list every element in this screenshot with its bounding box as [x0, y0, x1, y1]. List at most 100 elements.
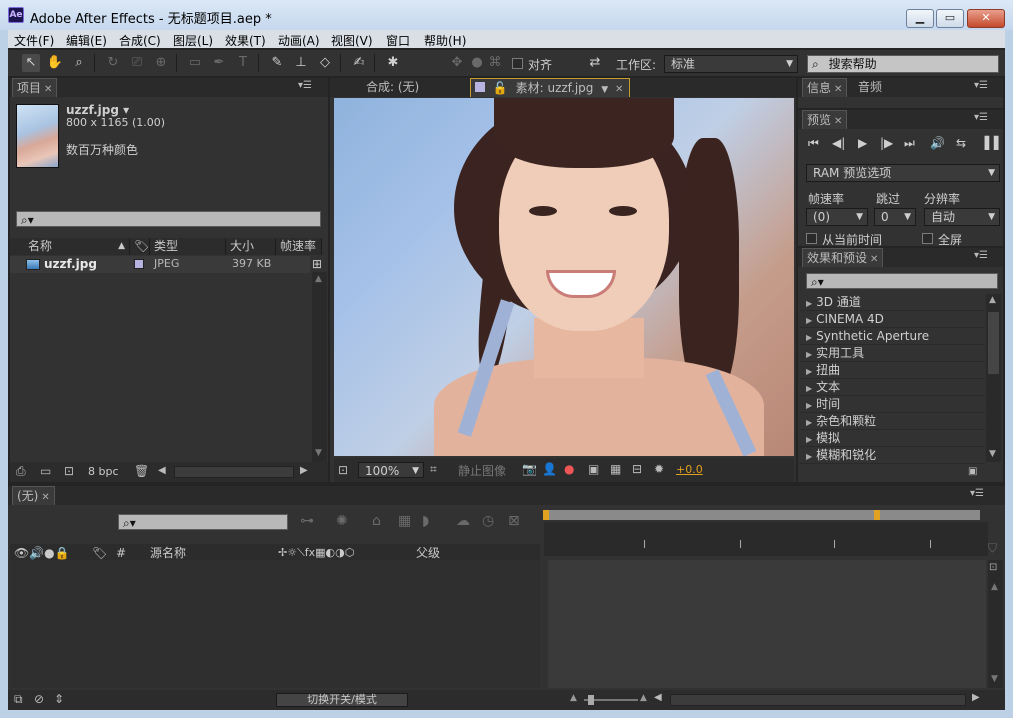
- work-area-end-handle[interactable]: [874, 510, 880, 520]
- zoom-in-icon[interactable]: ▲: [640, 693, 647, 703]
- transfer-controls-icon[interactable]: ⊘: [34, 692, 44, 706]
- menu-animation[interactable]: 动画(A): [278, 32, 320, 49]
- scroll-left-icon[interactable]: ◀: [654, 692, 662, 703]
- from-current-time-checkbox[interactable]: [806, 233, 817, 244]
- snap-checkbox[interactable]: [512, 58, 523, 69]
- menu-file[interactable]: 文件(F): [14, 32, 54, 49]
- scroll-down-icon[interactable]: ▼: [989, 449, 996, 459]
- list-item[interactable]: ▶ 杂色和颗粒: [800, 413, 985, 430]
- new-folder-icon[interactable]: ▭: [40, 464, 51, 478]
- timeline-search-input[interactable]: ⌕▾: [118, 514, 288, 530]
- timeline-scrollbar[interactable]: ⊡ ▲ ▼: [988, 560, 1003, 688]
- exposure-value[interactable]: +0.0: [676, 463, 703, 476]
- label-column-icon[interactable]: 🏷: [130, 238, 150, 255]
- label-color-swatch[interactable]: [134, 259, 144, 269]
- graph-editor-icon[interactable]: ⊠: [508, 513, 520, 529]
- close-tab-icon[interactable]: ✕: [44, 84, 52, 95]
- ram-preview-options-dropdown[interactable]: RAM 预览选项 ▼: [806, 164, 1000, 182]
- tab-effects-presets[interactable]: 效果和预设 ✕: [802, 248, 884, 267]
- exposure-icon[interactable]: ✹: [654, 462, 664, 476]
- menu-edit[interactable]: 编辑(E): [66, 32, 107, 49]
- menu-help[interactable]: 帮助(H): [424, 32, 466, 49]
- loop-icon[interactable]: ⇆: [956, 136, 966, 150]
- menu-window[interactable]: 窗口: [386, 32, 410, 49]
- column-size[interactable]: 大小: [226, 238, 276, 255]
- previous-frame-icon[interactable]: ◀|: [832, 136, 845, 150]
- column-frame-rate[interactable]: 帧速率: [276, 238, 322, 255]
- chevron-down-icon[interactable]: ▼: [601, 85, 608, 95]
- mask-tool-icon[interactable]: ▭: [186, 54, 204, 72]
- in-out-icon[interactable]: ⇕: [54, 692, 64, 706]
- search-help-input[interactable]: ⌕ 搜索帮助: [807, 55, 999, 73]
- frame-rate-dropdown[interactable]: (0) ▼: [806, 208, 868, 226]
- list-item[interactable]: ▶ 模拟: [800, 430, 985, 447]
- axis-local-icon[interactable]: ✥: [448, 54, 466, 72]
- zoom-slider-thumb[interactable]: [588, 695, 594, 705]
- zoom-dropdown[interactable]: 100% ▼: [358, 462, 424, 478]
- new-preset-icon[interactable]: ▣: [968, 466, 977, 477]
- footage-name[interactable]: uzzf.jpg ▾: [66, 103, 129, 117]
- brainstorm-icon[interactable]: ☁: [456, 513, 470, 529]
- table-row[interactable]: uzzf.jpg JPEG 397 KB: [10, 256, 310, 273]
- menu-composition[interactable]: 合成(C): [119, 32, 161, 49]
- tab-audio[interactable]: 音频: [854, 78, 886, 97]
- title-action-safe-icon[interactable]: ▣: [588, 462, 599, 476]
- column-name[interactable]: 名称 ▲: [10, 238, 130, 255]
- comp-button-icon[interactable]: ⛉: [988, 541, 997, 556]
- zoom-tool-icon[interactable]: ⌕: [70, 54, 88, 72]
- draft-3d-icon[interactable]: ✺: [336, 513, 348, 529]
- toggle-switches-modes-button[interactable]: 切换开关/模式: [276, 693, 408, 707]
- brush-tool-icon[interactable]: ✎: [268, 54, 286, 72]
- pen-tool-icon[interactable]: ✒: [210, 54, 228, 72]
- type-tool-icon[interactable]: T: [234, 54, 252, 72]
- effects-scrollbar[interactable]: ▲ ▼: [986, 294, 1001, 462]
- selection-tool-icon[interactable]: ↖: [22, 54, 40, 72]
- panel-menu-icon[interactable]: ▾☰: [974, 80, 988, 91]
- panel-menu-icon[interactable]: ▾☰: [974, 112, 988, 123]
- first-frame-icon[interactable]: ⏮: [808, 136, 819, 151]
- panel-menu-icon[interactable]: ▾☰: [974, 250, 988, 261]
- tab-footage[interactable]: 🔓 素材: uzzf.jpg ▼ ✕: [470, 78, 630, 97]
- eraser-tool-icon[interactable]: ◇: [316, 54, 334, 72]
- panel-menu-icon[interactable]: ▾☰: [298, 80, 312, 91]
- close-tab-icon[interactable]: ✕: [870, 254, 878, 265]
- close-tab-icon[interactable]: ✕: [41, 492, 49, 503]
- new-composition-icon[interactable]: ⊡: [64, 464, 74, 478]
- pan-behind-tool-icon[interactable]: ⊕: [152, 54, 170, 72]
- timeline-horizontal-scrollbar[interactable]: [670, 694, 966, 706]
- hide-shy-layers-icon[interactable]: ⌂: [372, 513, 381, 529]
- minimize-button[interactable]: ▁: [906, 9, 934, 28]
- work-area-bar[interactable]: [543, 510, 980, 520]
- scroll-right-icon[interactable]: ▶: [972, 692, 980, 703]
- scroll-left-icon[interactable]: ◀: [158, 465, 166, 476]
- bit-depth-button[interactable]: 8 bpc: [88, 465, 119, 478]
- close-window-button[interactable]: ✕: [967, 9, 1005, 28]
- roto-brush-tool-icon[interactable]: ✍: [350, 54, 368, 72]
- axis-world-icon[interactable]: ●: [468, 54, 486, 72]
- always-preview-icon[interactable]: ⊡: [338, 463, 348, 477]
- close-tab-icon[interactable]: ✕: [615, 84, 623, 95]
- tab-timeline[interactable]: (无) ✕: [12, 486, 55, 505]
- workspace-dropdown[interactable]: 标准 ▼: [664, 55, 798, 73]
- next-frame-icon[interactable]: |▶: [880, 136, 893, 150]
- project-scrollbar[interactable]: ▲ ▼: [312, 272, 327, 462]
- interpret-footage-icon[interactable]: ⎙: [16, 464, 26, 479]
- time-ruler[interactable]: [544, 522, 988, 556]
- skip-dropdown[interactable]: 0 ▼: [874, 208, 916, 226]
- delete-icon[interactable]: 🗑: [134, 464, 149, 478]
- close-tab-icon[interactable]: ✕: [834, 116, 842, 127]
- camera-tool-icon[interactable]: ⎚: [128, 54, 146, 72]
- comp-marker-bin-icon[interactable]: ⊡: [989, 562, 997, 573]
- menu-view[interactable]: 视图(V): [331, 32, 373, 49]
- column-parent[interactable]: 父级: [416, 546, 440, 560]
- list-item[interactable]: ▶ CINEMA 4D: [800, 311, 985, 328]
- scroll-right-icon[interactable]: ▶: [300, 465, 308, 476]
- menu-layer[interactable]: 图层(L): [173, 32, 213, 49]
- frame-blending-icon[interactable]: ▦: [398, 513, 411, 529]
- last-frame-icon[interactable]: ⏭: [904, 136, 915, 151]
- flowchart-icon[interactable]: ⊞: [312, 257, 322, 271]
- list-item[interactable]: ▶ 文本: [800, 379, 985, 396]
- resolution-dropdown[interactable]: 自动 ▼: [924, 208, 1000, 226]
- list-item[interactable]: ▶ Synthetic Aperture: [800, 328, 985, 345]
- work-area-start-handle[interactable]: [543, 510, 549, 520]
